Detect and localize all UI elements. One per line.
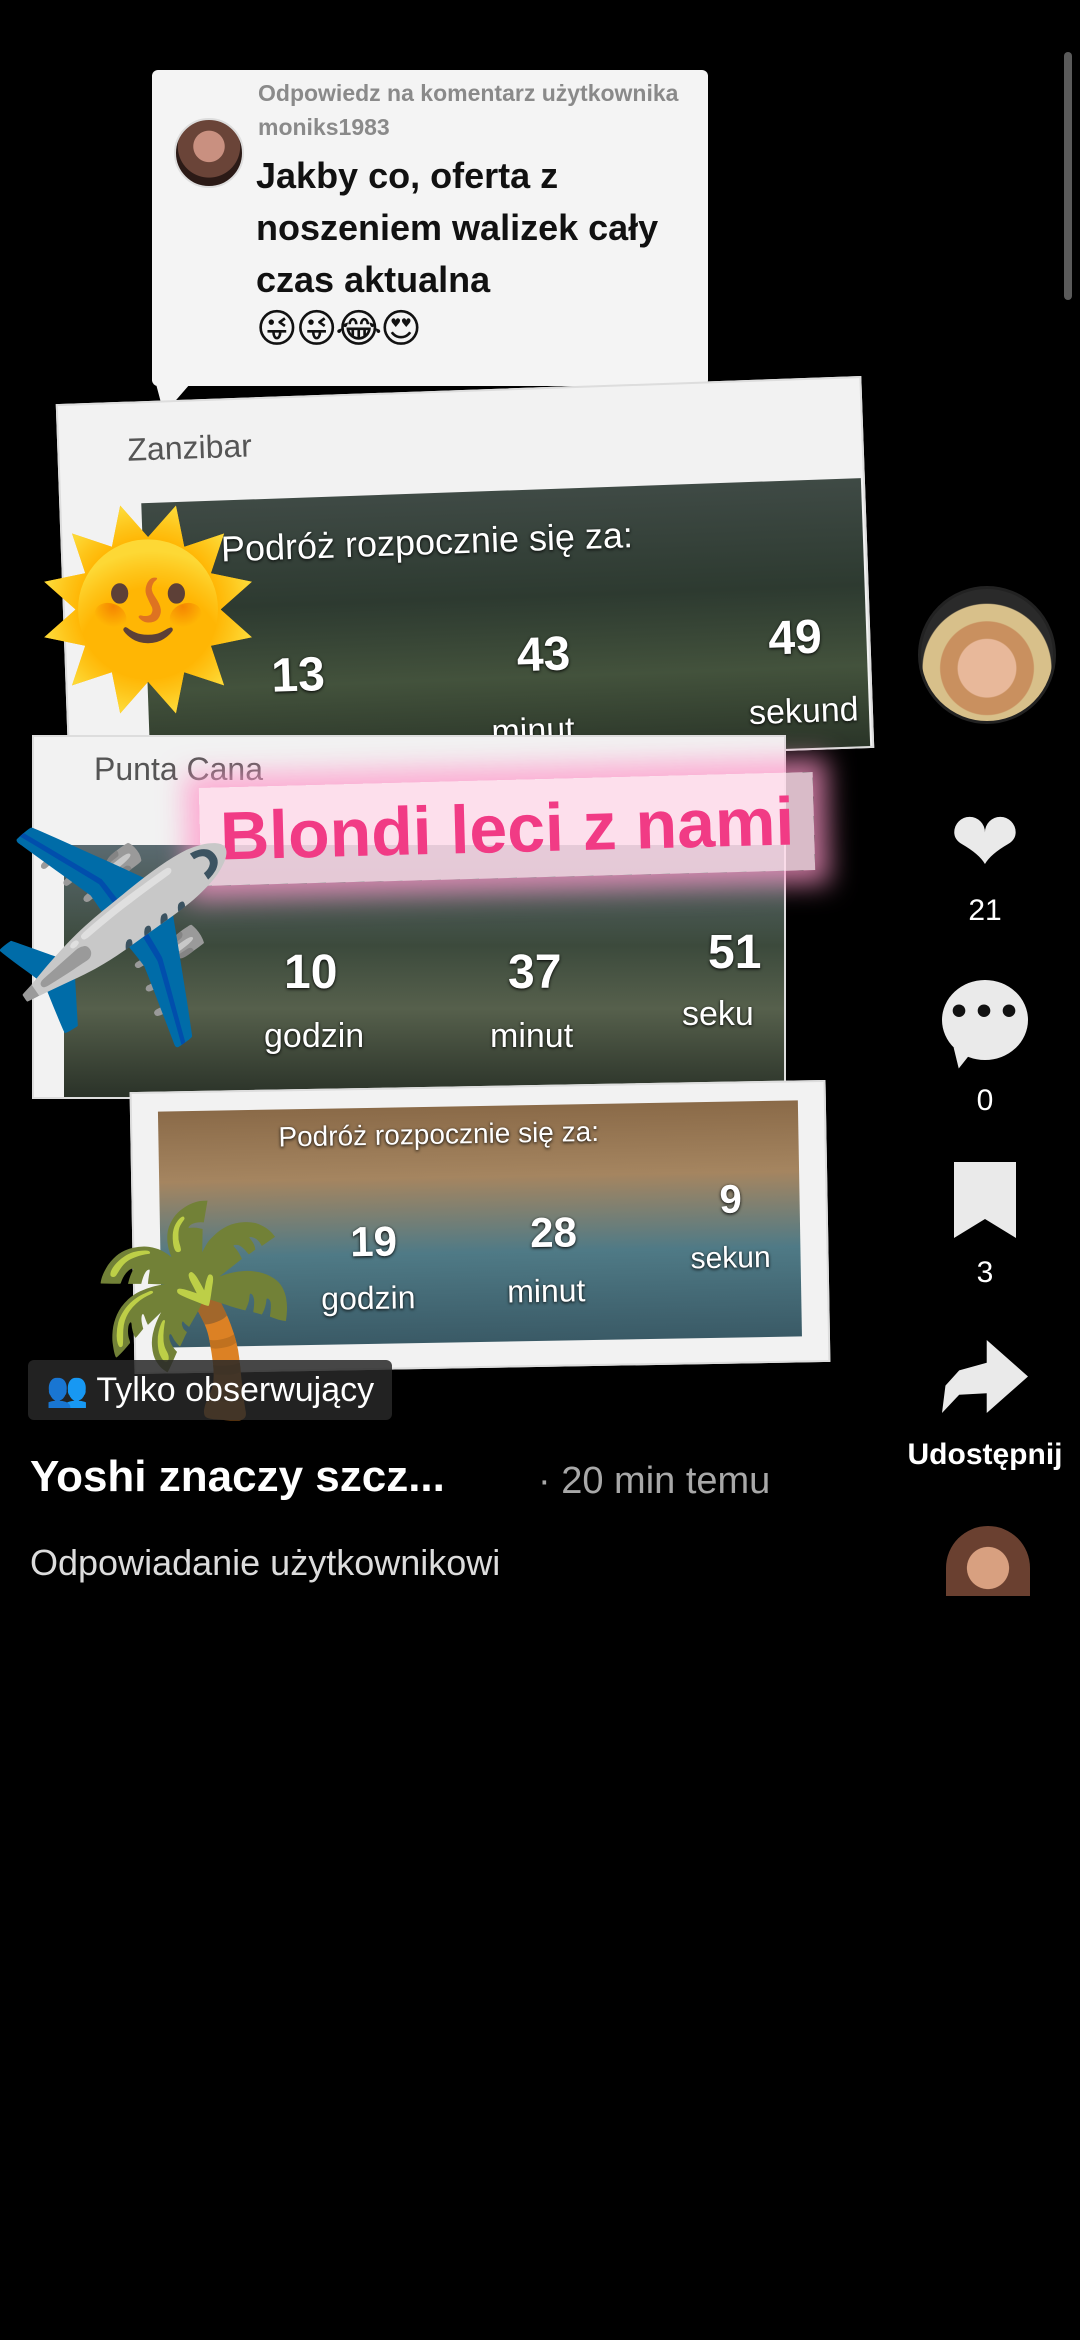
visibility-label: Tylko obserwujący [96,1370,375,1409]
card-title: Punta Cana [94,751,264,787]
airplane-sticker-icon: ✈️ [0,808,241,1061]
label-hours: godzin [264,1017,365,1055]
count-seconds: 49 [767,610,823,666]
users-icon: 👥 [46,1371,89,1409]
sun-sticker-icon: 🌞 [36,505,261,714]
save-count: 3 [976,1256,994,1289]
count-minutes: 37 [508,946,562,999]
countdown-heading: Podróż rozpocznie się za: [220,514,634,570]
card-title: Zanzibar [126,427,253,468]
count-seconds: 9 [719,1177,743,1222]
post-time: · 20 min temu [538,1460,771,1502]
comment-button[interactable]: ••• 0 [910,980,1060,1118]
count-seconds: 51 [708,926,762,979]
visibility-badge: 👥 Tylko obserwujący [28,1360,393,1420]
count-hours: 19 [349,1217,398,1266]
like-button[interactable]: ❤ 21 [910,800,1060,928]
label-minutes: minut [490,1017,574,1055]
scrollbar[interactable] [1064,52,1072,300]
comment-count: 0 [976,1084,994,1117]
share-icon [942,1340,1028,1413]
creator-avatar[interactable] [918,586,1056,724]
post-title[interactable]: Yoshi znaczy szcz... [30,1452,445,1502]
overlay-text-sticker: Blondi leci z nami [198,771,816,887]
reply-text: Jakby co, oferta z noszeniem walizek cał… [256,155,659,300]
post-caption: Odpowiadanie użytkownikowi [30,1542,501,1583]
label-minutes: minut [506,1272,586,1310]
label-hours: godzin [320,1279,416,1317]
count-hours: 10 [284,946,338,999]
label-seconds: sekun [690,1240,771,1276]
count-hours: 13 [270,647,326,703]
save-button[interactable]: 3 [910,1162,1060,1290]
count-minutes: 43 [515,627,572,683]
share-label: Udostępnij [907,1438,1063,1471]
label-seconds: seku [682,995,754,1033]
reply-comment-bubble[interactable]: Odpowiedz na komentarz użytkownika monik… [152,70,708,414]
reply-emojis: 😜😜😂😍 [256,306,422,352]
heart-icon: ❤ [949,793,1021,891]
commenter-avatar [174,118,244,188]
label-seconds: sekund [748,690,860,733]
sound-avatar[interactable] [946,1526,1030,1596]
share-button[interactable]: Udostępnij [890,1340,1080,1472]
count-minutes: 28 [529,1208,578,1257]
countdown-heading: Podróż rozpocznie się za: [278,1115,600,1153]
reply-header: Odpowiedz na komentarz użytkownika monik… [258,80,679,140]
bookmark-icon [954,1162,1016,1238]
like-count: 21 [968,894,1002,927]
comment-icon: ••• [942,980,1028,1060]
